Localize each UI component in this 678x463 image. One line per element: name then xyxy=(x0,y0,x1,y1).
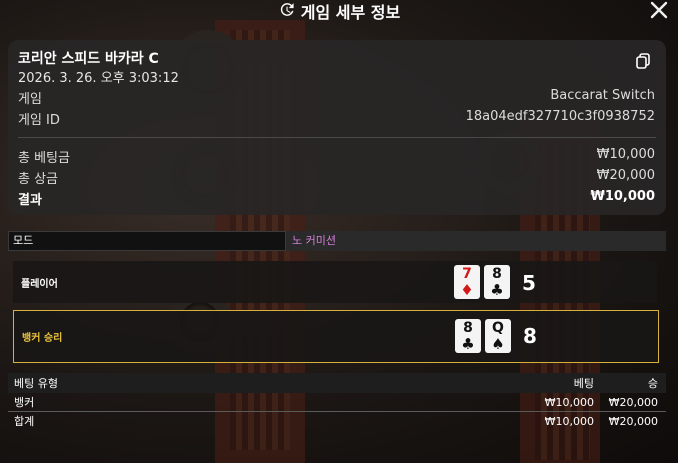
history-icon xyxy=(278,1,295,22)
game-type-row: 게임 Baccarat Switch xyxy=(18,88,655,107)
table-total-row: 합계 ₩10,000 ₩20,000 xyxy=(8,412,666,430)
page-title: 게임 세부 정보 xyxy=(300,3,401,22)
mode-row: 모드 노 커미션 xyxy=(8,231,666,251)
banker-score: 8 xyxy=(523,324,537,348)
close-icon xyxy=(650,1,668,19)
divider xyxy=(18,137,656,138)
total-type-cell: 합계 xyxy=(14,415,35,428)
spade-suit-icon: ♠ xyxy=(491,335,505,353)
bet-table-header: 베팅 유형 베팅 승 xyxy=(8,373,666,393)
table-row: 뱅커 ₩10,000 ₩20,000 xyxy=(8,393,666,412)
header: 게임 세부 정보 xyxy=(0,0,678,22)
playing-card: 7 ♦ xyxy=(454,265,480,299)
copy-icon xyxy=(636,53,650,69)
header-title-group: 게임 세부 정보 xyxy=(278,0,400,23)
club-suit-icon: ♣ xyxy=(461,335,475,353)
club-suit-icon: ♣ xyxy=(490,281,504,299)
total-bet-label: 총 베팅금 xyxy=(18,151,70,166)
diamond-suit-icon: ♦ xyxy=(460,281,474,299)
playing-card: Q ♠ xyxy=(485,319,511,353)
banker-hand-label: 뱅커 승리 xyxy=(22,333,63,344)
player-score: 5 xyxy=(522,271,536,295)
close-button[interactable] xyxy=(650,0,668,24)
result-value: ₩10,000 xyxy=(590,189,655,204)
total-win-value: ₩20,000 xyxy=(596,168,655,183)
bet-amount-header: 베팅 xyxy=(573,377,594,390)
bet-amount-cell: ₩10,000 xyxy=(544,395,594,409)
total-bet-cell: ₩10,000 xyxy=(544,414,594,428)
game-id-row: 게임 ID 18a04edf327710c3f0938752 xyxy=(18,109,655,128)
total-win-row: 총 상금 ₩20,000 xyxy=(18,168,655,187)
banker-hand: 뱅커 승리 8 ♣ Q ♠ 8 xyxy=(13,310,659,363)
game-id-label: 게임 ID xyxy=(18,113,60,128)
bet-win-cell: ₩20,000 xyxy=(608,395,658,409)
game-name: 코리안 스피드 바카라 C xyxy=(18,51,159,67)
bet-type-cell: 뱅커 xyxy=(14,396,35,409)
mode-value: 노 커미션 xyxy=(286,231,666,251)
total-bet-value: ₩10,000 xyxy=(596,147,655,162)
game-id-value: 18a04edf327710c3f0938752 xyxy=(465,109,655,124)
player-hand: 플레이어 7 ♦ 8 ♣ 5 xyxy=(13,261,657,303)
game-info-card: 코리안 스피드 바카라 C 2026. 3. 26. 오후 3:03:12 게임… xyxy=(8,40,666,215)
game-type-value: Baccarat Switch xyxy=(550,88,655,103)
result-row: 결과 ₩10,000 xyxy=(18,189,655,208)
mode-label: 모드 xyxy=(8,231,286,251)
total-bet-row: 총 베팅금 ₩10,000 xyxy=(18,147,655,166)
player-hand-label: 플레이어 xyxy=(21,278,58,290)
bet-type-header: 베팅 유형 xyxy=(14,377,58,390)
playing-card: 8 ♣ xyxy=(455,319,481,353)
result-label: 결과 xyxy=(18,193,42,208)
banker-cards: 8 ♣ Q ♠ xyxy=(455,319,511,353)
playing-card: 8 ♣ xyxy=(484,265,510,299)
total-win-label: 총 상금 xyxy=(18,172,59,187)
total-win-cell: ₩20,000 xyxy=(608,414,658,428)
player-cards: 7 ♦ 8 ♣ xyxy=(454,265,510,299)
bet-win-header: 승 xyxy=(647,377,658,390)
game-type-label: 게임 xyxy=(18,92,42,107)
copy-button[interactable] xyxy=(634,52,652,70)
game-datetime: 2026. 3. 26. 오후 3:03:12 xyxy=(18,71,179,86)
bet-table: 베팅 유형 베팅 승 뱅커 ₩10,000 ₩20,000 합계 ₩10,000… xyxy=(8,373,666,430)
